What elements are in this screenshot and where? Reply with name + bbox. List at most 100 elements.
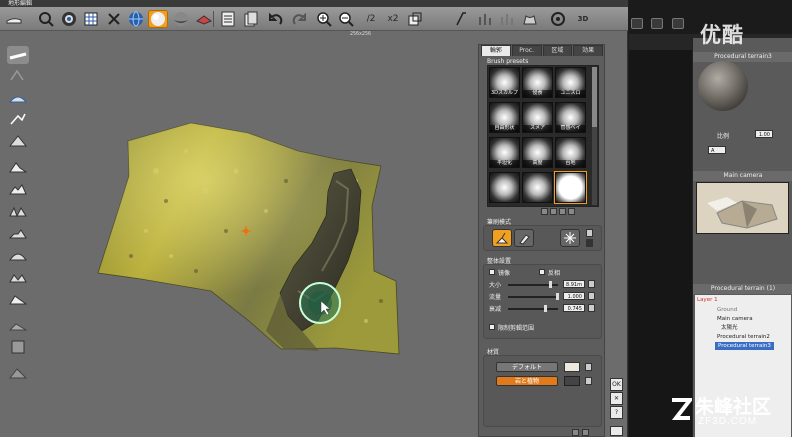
ratio-dropdown[interactable]: A xyxy=(708,146,726,154)
canyon-icon[interactable] xyxy=(7,202,29,220)
tab-proc[interactable]: Proc. xyxy=(511,45,542,56)
dune-icon[interactable] xyxy=(7,246,29,264)
copy-icon[interactable] xyxy=(241,10,261,28)
terrain-flat-icon[interactable] xyxy=(7,316,29,334)
tree-item[interactable]: Main camera xyxy=(717,315,753,323)
globe-icon[interactable] xyxy=(126,10,146,28)
preset-altitude[interactable]: 高度 xyxy=(522,137,553,168)
tree-item[interactable]: Ground xyxy=(717,306,737,314)
preset-round[interactable] xyxy=(522,172,553,203)
tree-item[interactable]: Procedural terrain2 xyxy=(717,333,770,341)
default-lock-icon[interactable] xyxy=(585,363,592,371)
sphere-icon[interactable] xyxy=(171,10,191,28)
list-icon[interactable] xyxy=(218,10,238,28)
help-button[interactable]: ? xyxy=(610,406,623,419)
rock-plants-button[interactable]: 岩と植物 xyxy=(496,376,558,386)
brush-mode-paint-icon[interactable] xyxy=(514,229,534,247)
main-render-icon[interactable] xyxy=(672,18,684,29)
preset-menu-icon[interactable] xyxy=(568,208,575,215)
smooth-brush-icon[interactable] xyxy=(7,66,29,84)
brush-mode-lock-icon[interactable] xyxy=(586,229,593,237)
lathe-icon[interactable] xyxy=(452,10,472,28)
paint-icon[interactable] xyxy=(497,10,517,28)
size-slider-knob[interactable] xyxy=(548,281,552,288)
brush-mode-snow-icon[interactable] xyxy=(560,229,580,247)
rock-color-swatch[interactable] xyxy=(564,376,580,386)
terrain-view-icon[interactable] xyxy=(194,10,214,28)
zoom-fit-icon[interactable] xyxy=(36,10,56,28)
camera-preview[interactable] xyxy=(696,182,789,234)
flatten-brush-icon[interactable] xyxy=(7,46,29,64)
tree-item[interactable]: Layer 1 xyxy=(697,296,718,304)
preset-3d-sculpt[interactable]: 3Dスカルプ xyxy=(489,67,520,98)
size-lock-icon[interactable] xyxy=(588,280,595,288)
brush-mode-color-icon[interactable] xyxy=(586,239,593,247)
falloff-slider-knob[interactable] xyxy=(543,305,547,312)
preset-add-icon[interactable] xyxy=(541,208,548,215)
main-window-icon[interactable] xyxy=(651,18,663,29)
settings-icon[interactable] xyxy=(548,10,568,28)
preset-erosion[interactable]: 侵食 xyxy=(522,67,553,98)
preset-flatten[interactable]: 平坦化 xyxy=(489,137,520,168)
falloff-value[interactable]: 0.745 xyxy=(563,304,585,312)
tree-item-selected[interactable]: Procedural terrain3 xyxy=(715,342,774,350)
terrace-icon[interactable] xyxy=(7,224,29,242)
symmetry-checkbox[interactable] xyxy=(489,269,495,275)
ratio-value[interactable]: 1.00 xyxy=(755,130,773,138)
half-icon[interactable]: /2 xyxy=(361,10,381,28)
raise-icon[interactable] xyxy=(520,10,540,28)
preset-texture[interactable]: 菅感ベイ xyxy=(555,102,586,133)
double-icon[interactable]: x2 xyxy=(383,10,403,28)
zoom-in-icon[interactable] xyxy=(314,10,334,28)
preset-plateau[interactable]: 台地 xyxy=(555,137,586,168)
presets-scrollbar[interactable] xyxy=(592,67,597,205)
3d-icon[interactable]: 3D xyxy=(573,10,593,28)
panel-pin-icon[interactable] xyxy=(572,429,579,436)
crater-icon[interactable] xyxy=(7,268,29,286)
tree-item[interactable]: 太陽光 xyxy=(721,324,738,332)
preset-freeform[interactable]: 自由形状 xyxy=(489,102,520,133)
plants-icon[interactable] xyxy=(475,10,495,28)
ok-button[interactable]: OK xyxy=(610,378,623,391)
ants-icon[interactable] xyxy=(104,10,124,28)
rock-lock-icon[interactable] xyxy=(585,377,592,385)
falloff-lock-icon[interactable] xyxy=(588,304,595,312)
preset-soft[interactable] xyxy=(489,172,520,203)
mountain-icon[interactable] xyxy=(7,158,29,176)
flow-lock-icon[interactable] xyxy=(588,292,595,300)
terrain-icon[interactable] xyxy=(4,10,24,28)
flow-slider[interactable] xyxy=(508,296,558,298)
invert-checkbox[interactable] xyxy=(539,269,545,275)
page-icon[interactable] xyxy=(610,426,623,436)
preset-save-icon[interactable] xyxy=(550,208,557,215)
default-color-swatch[interactable] xyxy=(564,362,580,372)
redo-icon[interactable] xyxy=(289,10,309,28)
grid-icon[interactable] xyxy=(81,10,101,28)
peak-brush-icon[interactable] xyxy=(7,132,29,150)
close-button[interactable]: ✕ xyxy=(610,392,623,405)
brush-mode-sculpt-icon[interactable] xyxy=(492,229,512,247)
flow-slider-knob[interactable] xyxy=(556,293,559,300)
terrain-viewport[interactable] xyxy=(36,31,468,437)
hills-icon[interactable] xyxy=(7,180,29,198)
sculpt-brush-icon[interactable] xyxy=(7,110,29,128)
smooth-icon[interactable] xyxy=(59,10,79,28)
sphere-shaded-icon[interactable] xyxy=(148,10,168,28)
flow-value[interactable]: 1.000 xyxy=(563,292,585,300)
preset-delete-icon[interactable] xyxy=(559,208,566,215)
presets-scroll-thumb[interactable] xyxy=(592,67,597,127)
preset-hard[interactable] xyxy=(554,171,587,204)
falloff-slider[interactable] xyxy=(508,308,558,310)
panel-menu-icon[interactable] xyxy=(582,429,589,436)
resize-icon[interactable] xyxy=(405,10,425,28)
default-material-button[interactable]: デフォルト xyxy=(496,362,558,372)
tab-outline[interactable]: 輪郭 xyxy=(481,45,511,56)
material-preview[interactable] xyxy=(698,61,748,111)
zoom-out-icon[interactable] xyxy=(336,10,356,28)
preset-smear[interactable]: スメア xyxy=(522,102,553,133)
limit-range-checkbox[interactable] xyxy=(489,324,495,330)
tab-effects[interactable]: 効果 xyxy=(573,45,603,56)
erosion-icon[interactable] xyxy=(7,290,29,308)
frame-icon[interactable] xyxy=(7,338,29,356)
undo-icon[interactable] xyxy=(266,10,286,28)
